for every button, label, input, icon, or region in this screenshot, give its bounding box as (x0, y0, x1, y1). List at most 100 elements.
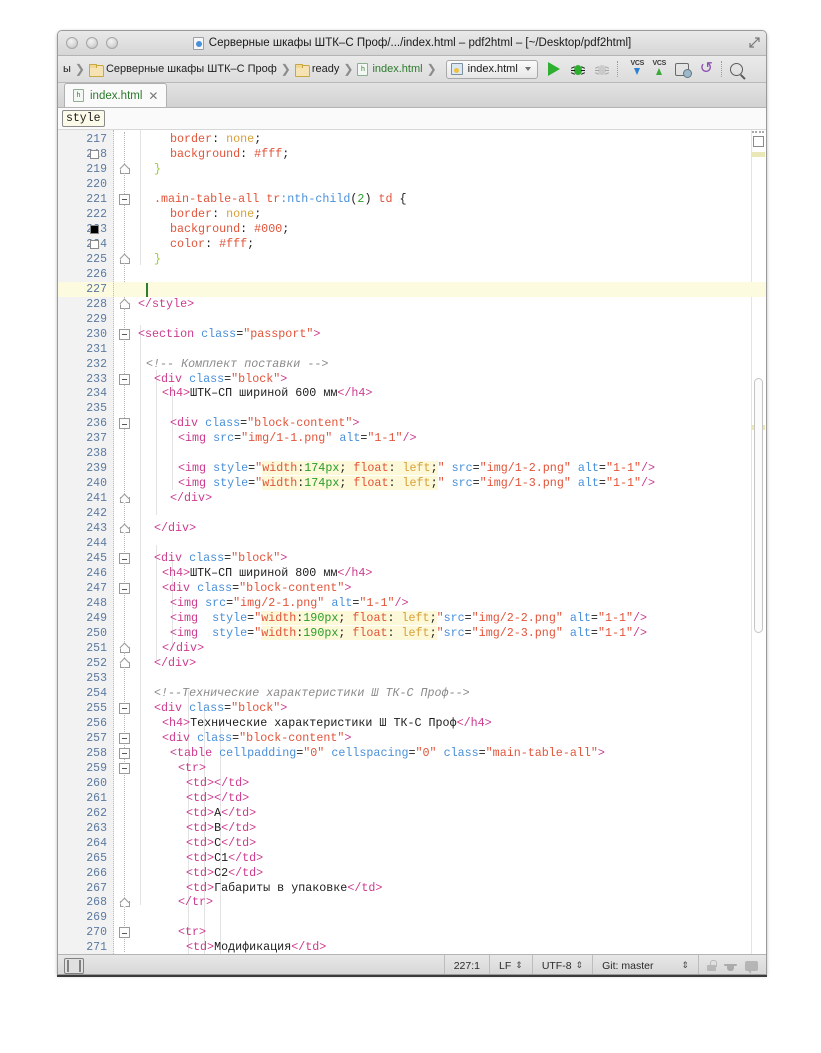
breadcrumb-item-file-index[interactable]: h index.html (354, 62, 425, 76)
code-line[interactable]: <h4>Технические характеристики Ш ТК-С Пр… (162, 716, 492, 731)
code-line[interactable]: </div> (154, 656, 196, 671)
code-line[interactable]: <td>C1</td> (186, 851, 263, 866)
code-line[interactable]: <section class="passport"> (138, 327, 320, 342)
coverage-button[interactable] (592, 59, 613, 80)
code-line[interactable]: <img src="img/2-1.png" alt="1-1"/> (170, 596, 409, 611)
fold-region-end-icon[interactable] (119, 493, 130, 504)
run-button[interactable] (544, 59, 565, 80)
fold-collapse-icon[interactable] (119, 418, 130, 430)
fold-collapse-icon[interactable] (119, 732, 130, 744)
fold-marker[interactable] (119, 897, 130, 908)
editor-vertical-scrollbar[interactable] (751, 130, 766, 954)
scrollbar-warning-marker[interactable] (752, 152, 765, 157)
toggle-tool-window-bars-button[interactable] (64, 957, 84, 974)
resize-grip-icon[interactable] (748, 36, 761, 49)
breadcrumb-item-truncated[interactable]: ы (60, 63, 74, 75)
breadcrumb-item-folder-ready[interactable]: ready (292, 63, 343, 77)
fold-collapse-icon[interactable] (119, 702, 130, 714)
code-line[interactable]: <td></td> (186, 791, 249, 806)
window-controls[interactable] (66, 37, 118, 49)
fold-marker[interactable] (119, 553, 130, 565)
code-line[interactable]: <div class="block"> (154, 701, 287, 716)
code-line[interactable]: <tr> (178, 925, 206, 940)
fold-marker[interactable] (119, 193, 130, 205)
vcs-update-button[interactable]: VCS (628, 60, 647, 79)
lock-icon[interactable] (707, 960, 717, 971)
code-line[interactable]: <!-- Комплект поставки --> (146, 357, 328, 372)
code-line[interactable]: background: #000; (170, 222, 289, 237)
fold-marker[interactable] (119, 254, 130, 265)
fold-marker[interactable] (119, 762, 130, 774)
fold-marker[interactable] (119, 702, 130, 714)
minimize-button[interactable] (86, 37, 98, 49)
code-line[interactable]: color: #fff; (170, 237, 254, 252)
code-line[interactable]: <td>C</td> (186, 836, 256, 851)
status-line-separator[interactable]: LF ⇕ (489, 954, 532, 974)
fold-region-end-icon[interactable] (119, 897, 130, 908)
breadcrumb-item-folder-project[interactable]: Серверные шкафы ШТК–С Проф (86, 63, 280, 77)
code-line[interactable]: <td>C2</td> (186, 866, 263, 881)
code-line[interactable]: <img style="width:174px; float: left;" s… (178, 476, 655, 491)
code-line[interactable]: <td>Модификация</td> (186, 940, 326, 954)
inspector-hat-icon[interactable] (724, 960, 737, 972)
code-line[interactable]: background: #fff; (170, 147, 289, 162)
code-line[interactable]: border: none; (170, 207, 261, 222)
code-line[interactable]: <div class="block"> (154, 372, 287, 387)
fold-marker[interactable] (119, 523, 130, 534)
status-caret-position[interactable]: 227:1 (443, 954, 489, 974)
scrollbar-marker-box[interactable] (753, 136, 764, 147)
code-line[interactable]: <img src="img/1-1.png" alt="1-1"/> (178, 431, 417, 446)
code-line[interactable]: <img style="width:190px; float: left;"sr… (170, 611, 647, 626)
fold-region-end-icon[interactable] (119, 643, 130, 654)
code-line[interactable]: </div> (170, 491, 212, 506)
fold-collapse-icon[interactable] (119, 762, 130, 774)
code-line[interactable]: <div class="block-content"> (162, 581, 351, 596)
code-line[interactable]: <h4>ШТК–СП шириной 800 мм</h4> (162, 566, 372, 581)
code-line[interactable]: <div class="block"> (154, 551, 287, 566)
code-line[interactable]: <h4>ШТК–СП шириной 600 мм</h4> (162, 386, 372, 401)
code-line[interactable]: <td>B</td> (186, 821, 256, 836)
code-line[interactable]: <!--Технические характеристики Ш ТК-С Пр… (154, 686, 470, 701)
code-line[interactable]: <div class="block-content"> (162, 731, 351, 746)
code-line[interactable]: <img style="width:190px; float: left;"sr… (170, 626, 647, 641)
color-swatch-gutter-icon[interactable] (90, 224, 99, 234)
code-editor[interactable]: 2172182192202212222232242252262272282292… (58, 130, 766, 954)
fold-collapse-icon[interactable] (119, 553, 130, 565)
fold-marker[interactable] (119, 373, 130, 385)
code-folding-gutter[interactable] (114, 130, 136, 954)
vcs-commit-button[interactable]: VCS (650, 60, 669, 79)
fold-marker[interactable] (119, 164, 130, 175)
code-line[interactable]: </style> (138, 297, 194, 312)
code-text-area[interactable]: border: none; background: #fff;} .main-tab… (136, 130, 766, 954)
code-line[interactable]: <tr> (178, 761, 206, 776)
search-everywhere-button[interactable] (726, 59, 747, 80)
code-line[interactable]: <td>Габариты в упаковке</td> (186, 881, 382, 896)
fold-region-end-icon[interactable] (119, 658, 130, 669)
fold-collapse-icon[interactable] (119, 328, 130, 340)
tab-index-html[interactable]: h index.html ✕ (64, 83, 168, 107)
fold-collapse-icon[interactable] (119, 373, 130, 385)
fold-marker[interactable] (119, 643, 130, 654)
compare-button[interactable] (672, 59, 693, 80)
debug-button[interactable] (568, 59, 589, 80)
code-line[interactable]: } (154, 162, 161, 177)
scrollbar-thumb[interactable] (754, 378, 763, 633)
code-line[interactable]: .main-table-all tr:nth-child(2) td { (154, 192, 407, 207)
fold-collapse-icon[interactable] (119, 927, 130, 939)
fold-marker[interactable] (119, 732, 130, 744)
color-swatch-gutter-icon[interactable] (90, 149, 99, 159)
fold-region-end-icon[interactable] (119, 523, 130, 534)
maximize-button[interactable] (106, 37, 118, 49)
fold-collapse-icon[interactable] (119, 747, 130, 759)
status-vcs-branch[interactable]: Git: master ⇕ (592, 954, 698, 974)
fold-marker[interactable] (119, 328, 130, 340)
fold-marker[interactable] (119, 658, 130, 669)
run-configuration-selector[interactable]: index.html (445, 59, 538, 79)
fold-collapse-icon[interactable] (119, 583, 130, 595)
code-line[interactable]: </div> (154, 521, 196, 536)
code-line[interactable]: </div> (162, 641, 204, 656)
fold-marker[interactable] (119, 927, 130, 939)
fold-marker[interactable] (119, 747, 130, 759)
fold-region-end-icon[interactable] (119, 299, 130, 310)
element-breadcrumb-style[interactable]: style (62, 110, 105, 127)
